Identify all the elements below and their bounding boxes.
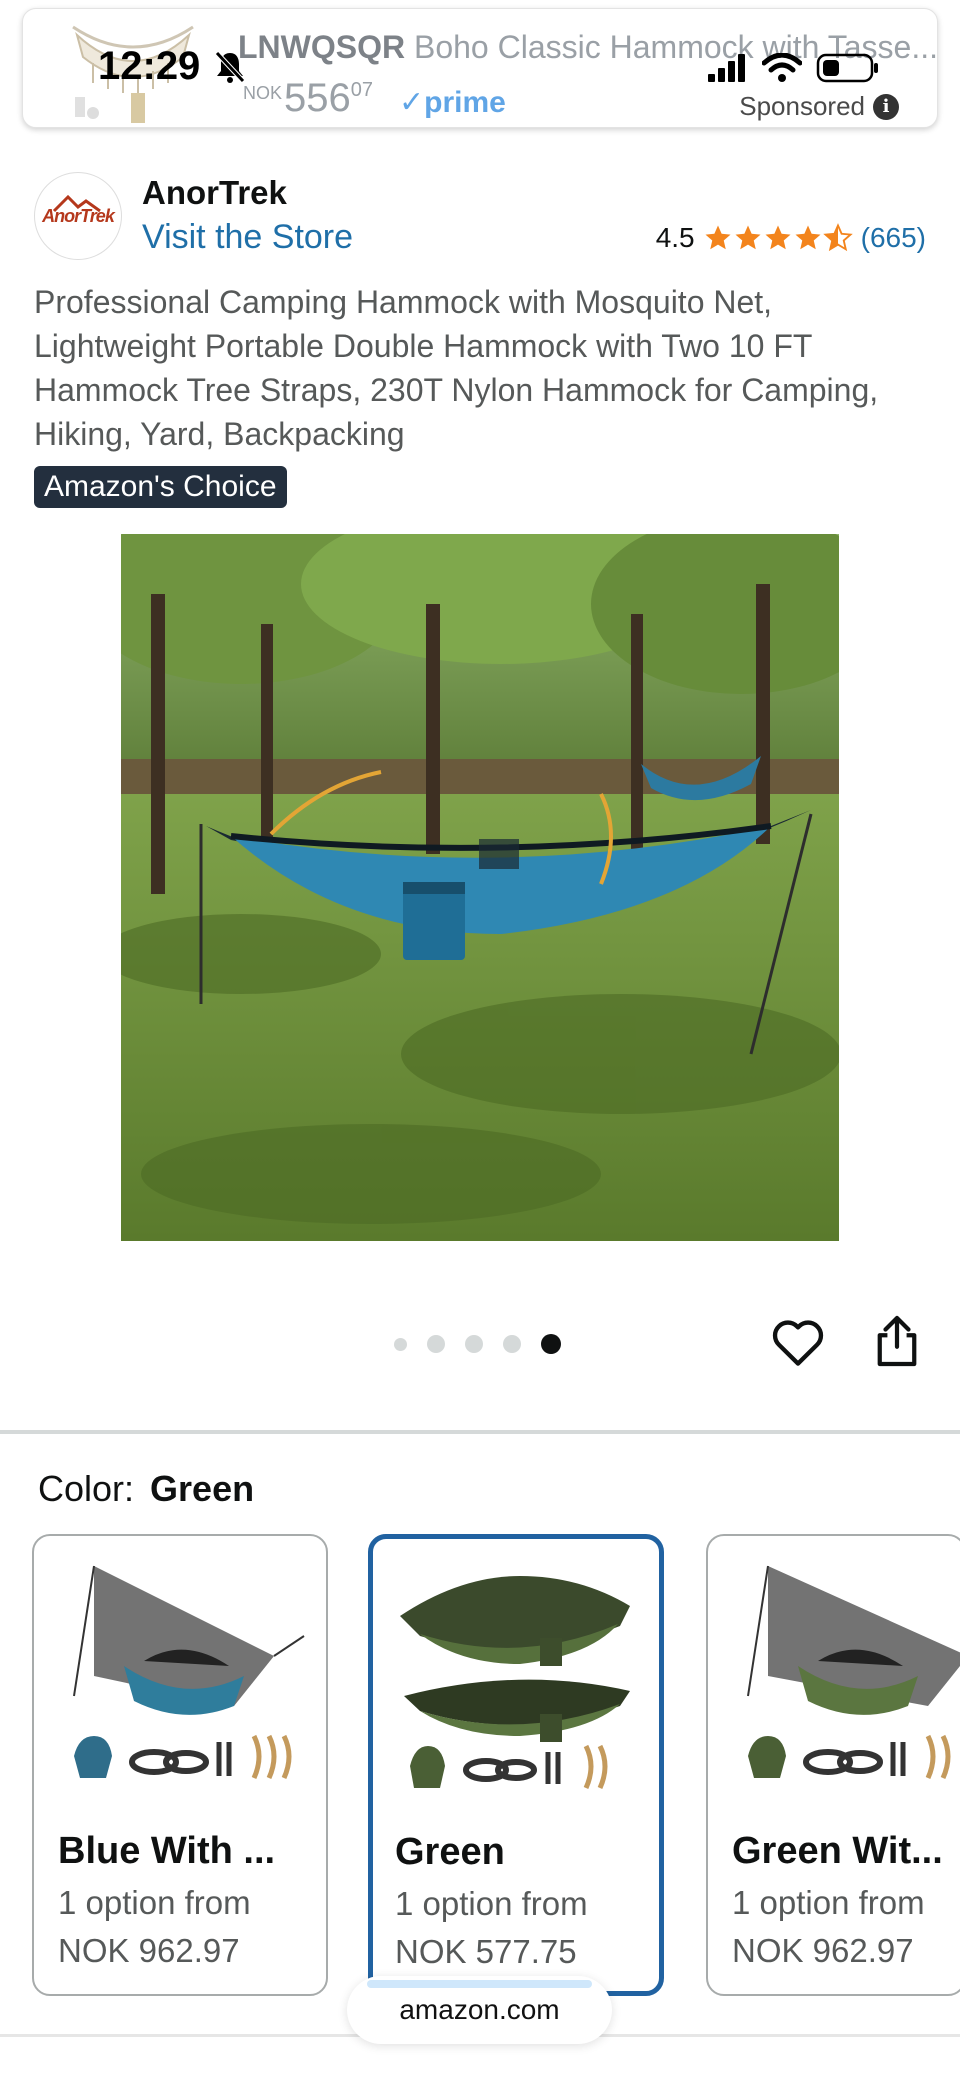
carousel-dot[interactable] <box>503 1335 521 1353</box>
star-rating <box>703 223 853 253</box>
battery-icon <box>816 53 878 83</box>
visit-store-link[interactable]: Visit the Store <box>142 218 353 257</box>
color-option-green-with-tarp[interactable]: Green Wit... 1 option from NOK 962.97 <box>706 1534 960 1996</box>
brand-name: AnorTrek <box>142 174 287 211</box>
color-option-thumbnail <box>400 1576 630 1790</box>
image-carousel-indicators[interactable] <box>394 1334 561 1354</box>
color-option-thumbnail <box>73 1565 305 1780</box>
star-full-icon <box>735 225 761 250</box>
status-bar-time: 12:29 <box>98 44 201 88</box>
star-full-icon <box>765 225 791 250</box>
cellular-signal-icon <box>708 54 745 82</box>
color-option-availability: 1 option from <box>58 1884 251 1921</box>
silent-mode-bell-icon <box>215 51 245 83</box>
star-full-icon <box>795 225 821 250</box>
color-option-name: Green Wit... <box>732 1830 943 1872</box>
color-option-name: Blue With ... <box>58 1830 276 1872</box>
prime-check-icon: ✓ <box>399 86 425 119</box>
status-bar-indicators <box>708 52 880 84</box>
brand-logo-mountain-icon <box>52 194 101 213</box>
color-option-availability: 1 option from <box>395 1885 588 1922</box>
color-option-green[interactable]: Green 1 option from NOK 577.75 <box>368 1534 664 1996</box>
rating-summary[interactable]: 4.5 (665) <box>656 222 926 254</box>
carousel-dot[interactable] <box>465 1335 483 1353</box>
sponsored-label[interactable]: Sponsored i <box>739 91 899 122</box>
star-full-icon <box>705 225 731 250</box>
product-image[interactable] <box>121 534 839 1241</box>
carousel-dot-active[interactable] <box>541 1334 561 1354</box>
amazons-choice-badge[interactable]: Amazon's Choice <box>34 466 287 508</box>
wishlist-heart-icon[interactable] <box>772 1318 824 1368</box>
product-title: Professional Camping Hammock with Mosqui… <box>34 284 879 452</box>
rating-value: 4.5 <box>655 222 695 253</box>
info-icon[interactable]: i <box>873 93 899 120</box>
carousel-dot[interactable] <box>427 1335 445 1353</box>
wifi-icon <box>762 53 802 82</box>
section-divider <box>0 1430 960 1434</box>
brand-logo[interactable]: AnorTrek <box>34 172 122 260</box>
share-icon[interactable] <box>874 1314 920 1368</box>
prime-badge: ✓prime <box>399 86 506 119</box>
color-option-availability: 1 option from <box>732 1884 925 1921</box>
url-text: amazon.com <box>399 1994 560 2025</box>
browser-url-bar[interactable]: amazon.com <box>347 1976 612 2044</box>
color-option-name: Green <box>395 1831 505 1873</box>
carousel-dot[interactable] <box>394 1337 407 1351</box>
rating-count-link[interactable]: (665) <box>861 222 926 254</box>
color-option-blue[interactable]: Blue With ... 1 option from NOK 962.97 <box>32 1534 328 1996</box>
color-option-price: NOK 577.75 <box>395 1933 577 1970</box>
color-option-price: NOK 962.97 <box>58 1932 240 1969</box>
color-option-price: NOK 962.97 <box>732 1932 914 1969</box>
color-option-thumbnail <box>747 1565 960 1780</box>
star-half-icon <box>822 223 853 252</box>
selected-color-value: Green <box>150 1468 255 1509</box>
sponsored-product-price: NOK 556 07 <box>243 76 374 120</box>
color-selector-label: Color: Green <box>38 1468 255 1509</box>
